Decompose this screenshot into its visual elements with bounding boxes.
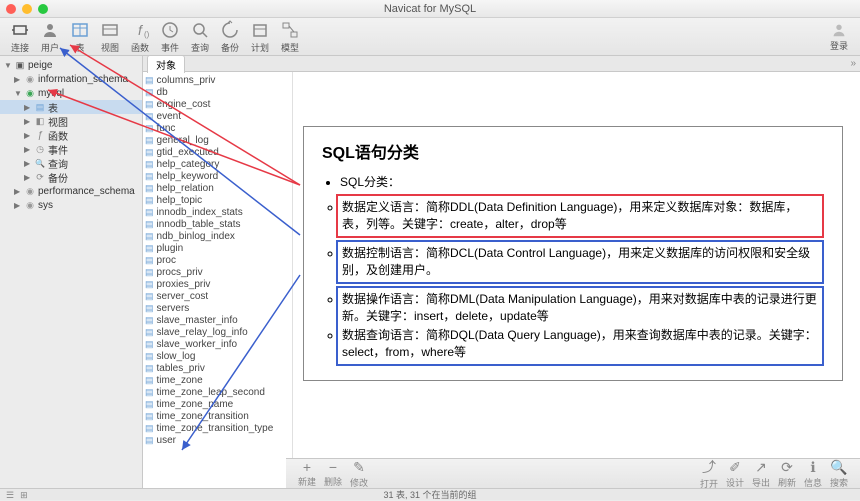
table-row[interactable]: time_zone <box>145 374 290 386</box>
table-row[interactable]: user <box>145 434 290 446</box>
tree-item[interactable]: ▶函数 <box>0 128 142 142</box>
toolbar-view[interactable]: 视图 <box>96 20 124 54</box>
login-button[interactable]: 登录 <box>824 21 854 52</box>
table-row[interactable]: help_keyword <box>145 170 290 182</box>
toolbar-schedule[interactable]: 计划 <box>246 20 274 54</box>
table-row[interactable]: columns_priv <box>145 74 290 86</box>
table-row[interactable]: innodb_index_stats <box>145 206 290 218</box>
table-row[interactable]: slow_log <box>145 350 290 362</box>
toolbar-connection[interactable]: 连接 <box>6 20 34 54</box>
footer-刷新[interactable]: ⟳刷新 <box>774 459 800 489</box>
table-row[interactable]: help_topic <box>145 194 290 206</box>
table-row[interactable]: tables_priv <box>145 362 290 374</box>
tree-item[interactable]: ▶表 <box>0 100 142 114</box>
table-row[interactable]: time_zone_transition <box>145 410 290 422</box>
table-row[interactable]: plugin <box>145 242 290 254</box>
footer-信息[interactable]: ℹ信息 <box>800 459 826 489</box>
table-row[interactable]: time_zone_transition_type <box>145 422 290 434</box>
table-row[interactable]: innodb_table_stats <box>145 218 290 230</box>
overlay-title: SQL语句分类 <box>322 139 824 163</box>
view-list-icon[interactable]: ☰ <box>6 489 14 501</box>
toolbar-backup[interactable]: 备份 <box>216 20 244 54</box>
footer-导出[interactable]: ↗导出 <box>748 459 774 489</box>
table-row[interactable]: help_relation <box>145 182 290 194</box>
tree-item[interactable]: ▶performance_schema <box>0 184 142 198</box>
table-row[interactable]: engine_cost <box>145 98 290 110</box>
footer-打开[interactable]: ⤴打开 <box>696 457 722 490</box>
table-row[interactable]: slave_relay_log_info <box>145 326 290 338</box>
table-row[interactable]: server_cost <box>145 290 290 302</box>
footer-搜索[interactable]: 🔍搜索 <box>826 459 852 489</box>
content-area: 对象 » columns_privdbengine_costeventfuncg… <box>143 56 860 488</box>
overlay-root: SQL分类： <box>340 173 824 190</box>
tree-item[interactable]: ▶事件 <box>0 142 142 156</box>
tree-item[interactable]: ▶视图 <box>0 114 142 128</box>
table-row[interactable]: db <box>145 86 290 98</box>
window-title: Navicat for MySQL <box>0 3 860 15</box>
table-row[interactable]: slave_master_info <box>145 314 290 326</box>
toolbar-table[interactable]: 表 <box>66 20 94 54</box>
sidebar: ▼peige▶information_schema▼mysql▶表▶视图▶函数▶… <box>0 56 143 488</box>
table-row[interactable]: slave_worker_info <box>145 338 290 350</box>
table-row[interactable]: func <box>145 122 290 134</box>
tabbar-expand-icon[interactable]: » <box>850 58 856 69</box>
tree-item[interactable]: ▶查询 <box>0 156 142 170</box>
table-row[interactable]: proc <box>145 254 290 266</box>
toolbar-query[interactable]: 查询 <box>186 20 214 54</box>
tab-objects[interactable]: 对象 <box>147 55 185 73</box>
table-row[interactable]: general_log <box>145 134 290 146</box>
table-row[interactable]: time_zone_leap_second <box>145 386 290 398</box>
dcl-box: 数据控制语言：简称DCL(Data Control Language)，用来定义… <box>336 240 824 284</box>
footer-删除[interactable]: −删除 <box>320 459 346 488</box>
table-row[interactable]: servers <box>145 302 290 314</box>
footer-设计[interactable]: ✐设计 <box>722 459 748 489</box>
table-row[interactable]: time_zone_name <box>145 398 290 410</box>
table-list[interactable]: columns_privdbengine_costeventfuncgenera… <box>143 72 293 488</box>
tree-item[interactable]: ▼mysql <box>0 86 142 100</box>
tree-item[interactable]: ▶information_schema <box>0 72 142 86</box>
table-row[interactable]: ndb_binlog_index <box>145 230 290 242</box>
dml-dql-box: 数据操作语言：简称DML(Data Manipulation Language)… <box>336 286 824 366</box>
toolbar-model[interactable]: 模型 <box>276 20 304 54</box>
toolbar-function[interactable]: f()函数 <box>126 20 154 54</box>
table-row[interactable]: event <box>145 110 290 122</box>
tabbar: 对象 » <box>143 56 860 72</box>
overlay-panel: SQL语句分类 SQL分类： 数据定义语言：简称DDL(Data Definit… <box>303 126 843 381</box>
footer-修改[interactable]: ✎修改 <box>346 459 372 489</box>
status-text: 31 表, 31 个在当前的组 <box>383 490 476 500</box>
toolbar-event[interactable]: 事件 <box>156 20 184 54</box>
titlebar: Navicat for MySQL <box>0 0 860 18</box>
tree-item[interactable]: ▶备份 <box>0 170 142 184</box>
table-row[interactable]: proxies_priv <box>145 278 290 290</box>
table-row[interactable]: help_category <box>145 158 290 170</box>
tree-item[interactable]: ▶sys <box>0 198 142 212</box>
table-row[interactable]: gtid_executed <box>145 146 290 158</box>
toolbar-user[interactable]: 用户 <box>36 20 64 54</box>
svg-text:(): () <box>144 30 150 39</box>
view-grid-icon[interactable]: ⊞ <box>20 489 28 501</box>
toolbar: 连接用户表视图f()函数事件查询备份计划模型 登录 <box>0 18 860 56</box>
status-bar: ☰ ⊞ 31 表, 31 个在当前的组 <box>0 488 860 500</box>
footer-toolbar: +新建−删除✎修改 ⤴打开✐设计↗导出⟳刷新ℹ信息🔍搜索 <box>286 458 860 488</box>
table-row[interactable]: procs_priv <box>145 266 290 278</box>
tree-item[interactable]: ▼peige <box>0 58 142 72</box>
ddl-box: 数据定义语言：简称DDL(Data Definition Language)，用… <box>336 194 824 238</box>
footer-新建[interactable]: +新建 <box>294 459 320 488</box>
